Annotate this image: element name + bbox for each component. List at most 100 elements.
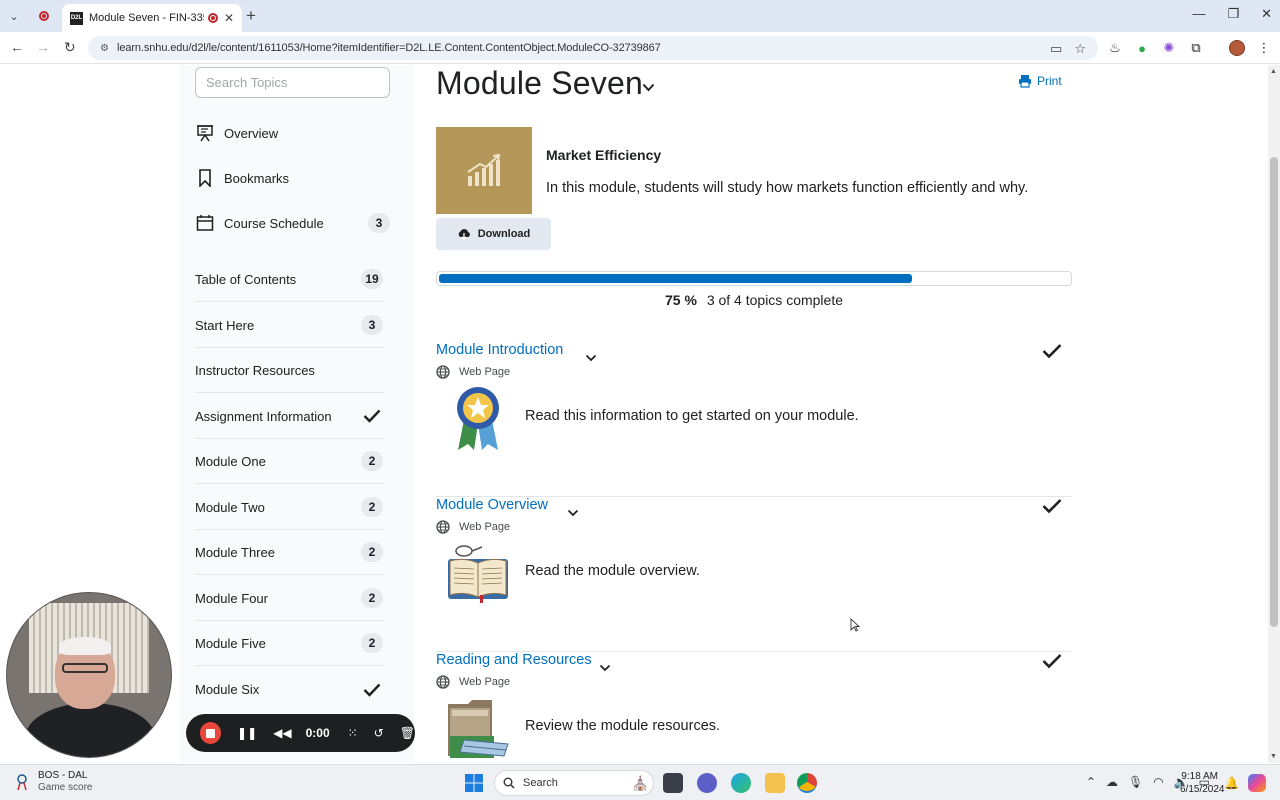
search-topics-input[interactable] [206,75,382,90]
presentation-board-icon [195,123,215,143]
tab-list-chevron-icon[interactable]: ⌄ [4,6,24,26]
clock-time: 9:18 AM [1181,771,1218,782]
extension-flame-icon[interactable]: ♨ [1107,40,1123,56]
taskbar-clock[interactable]: 9:18 AM 6/15/2024 [1180,770,1225,796]
reload-icon[interactable]: ↻ [64,39,76,56]
tab-close-icon[interactable]: ✕ [224,11,234,25]
browser-tab-bar: ⌄ D2L Module Seven - FIN-335-1 ✕ + — ❐ ✕ [0,0,1280,32]
toc-item-label: Module One [195,453,266,469]
progress-fill [439,274,912,283]
widget-title: BOS - DAL [38,770,88,781]
back-icon[interactable]: ← [10,39,24,55]
copilot-icon[interactable] [1248,774,1266,792]
count-badge: 2 [361,588,383,608]
edge-icon[interactable] [731,773,751,793]
taskbar-search-label: Search [523,777,558,789]
topic-type: Web Page [436,675,510,689]
browser-tab-active[interactable]: D2L Module Seven - FIN-335-1 ✕ [62,4,242,32]
print-label: Print [1037,74,1062,88]
topic-description: Read this information to get started on … [525,408,859,424]
calendar-icon [195,213,215,233]
extensions-puzzle-icon[interactable]: ⧉ [1188,40,1204,56]
toc-item-label: Module Five [195,635,266,651]
profile-avatar-icon[interactable] [1229,40,1245,56]
wifi-icon[interactable]: ◠ [1153,775,1163,789]
delete-icon[interactable]: 🗑 [400,726,415,740]
scroll-up-icon[interactable]: ▲ [1270,68,1277,75]
close-window-icon[interactable]: ✕ [1261,6,1272,22]
download-button[interactable]: Download [436,218,551,250]
chevron-down-icon[interactable] [585,354,597,362]
topic-title-link[interactable]: Module Overview [436,497,548,513]
grid-icon[interactable]: ⁙ [348,726,358,740]
chevron-down-icon[interactable] [642,83,655,92]
sidebar-item-label: Course Schedule [224,215,324,231]
toc-item-module-two[interactable]: Module Two 2 [195,485,385,530]
sidebar-item-bookmarks[interactable]: Bookmarks [195,168,390,188]
new-tab-button[interactable]: + [246,6,256,26]
toc-item-module-one[interactable]: Module One 2 [195,439,385,484]
topic-title-link[interactable]: Module Introduction [436,342,563,358]
extension-grammarly-icon[interactable]: ● [1134,40,1150,56]
topic-module-overview: Module Overview Web Page Read the module [436,497,1072,652]
windows-start-icon[interactable] [464,773,484,793]
bookmark-star-icon[interactable]: ☆ [1074,41,1086,57]
toc-item-start-here[interactable]: Start Here 3 [195,303,385,348]
rewind-icon[interactable]: ◀◀ [273,726,291,740]
search-topics-field[interactable] [195,67,390,98]
url-text: learn.snhu.edu/d2l/le/content/1611053/Ho… [116,42,661,54]
open-book-icon [448,545,508,603]
progress-count: 3 of 4 topics complete [706,292,843,308]
task-view-icon[interactable] [663,773,683,793]
microphone-icon[interactable]: 🎙 [1128,775,1143,789]
globe-icon [436,675,450,689]
pause-icon[interactable]: ❚❚ [237,726,257,740]
scroll-thumb[interactable] [1270,157,1278,627]
file-explorer-icon[interactable] [765,773,785,793]
chevron-down-icon[interactable] [567,509,579,517]
toc-item-assignment-information[interactable]: Assignment Information [195,394,385,439]
chrome-icon[interactable] [797,773,817,793]
download-label: Download [477,228,531,240]
toc-item-module-three[interactable]: Module Three 2 [195,530,385,575]
stop-recording-button[interactable] [200,722,222,744]
taskbar-search[interactable]: Search ⛪ [494,770,654,796]
toc-item-instructor-resources[interactable]: Instructor Resources [195,348,385,393]
toc-item-label: Module Three [195,544,275,560]
minimize-icon[interactable]: — [1192,6,1205,22]
scroll-down-icon[interactable]: ▼ [1270,753,1277,760]
notification-bell-icon[interactable]: 🔔 [1224,776,1239,790]
print-button[interactable]: Print [1018,74,1062,88]
toc-item-table-of-contents[interactable]: Table of Contents 19 [195,257,385,302]
restore-icon[interactable]: ❐ [1227,6,1239,22]
module-hero-image [436,127,532,214]
webcam-overlay[interactable] [6,592,172,758]
module-heading: Market Efficiency [546,147,662,163]
search-icon [503,777,515,789]
address-bar[interactable]: ⚙ learn.snhu.edu/d2l/le/content/1611053/… [88,36,1098,60]
toc-item-module-five[interactable]: Module Five 2 [195,621,385,666]
toc-item-label: Assignment Information [195,408,332,424]
toc-item-module-six[interactable]: Module Six [195,667,385,712]
topic-title-link[interactable]: Reading and Resources [436,652,592,668]
tray-chevron-icon[interactable]: ⌃ [1086,775,1096,789]
chevron-down-icon[interactable] [599,664,611,672]
growth-chart-icon [467,153,501,186]
extension-flower-icon[interactable]: ✺ [1161,40,1177,56]
count-badge: 3 [368,213,390,233]
page-scrollbar[interactable]: ▲ ▼ [1268,65,1280,763]
count-badge: 2 [361,542,383,562]
restart-icon[interactable]: ↺ [374,726,384,740]
toc-item-module-four[interactable]: Module Four 2 [195,576,385,621]
onedrive-icon[interactable]: ☁ [1106,775,1118,789]
recording-tab-icon[interactable] [34,6,54,26]
completed-check-icon [363,683,381,697]
teams-icon[interactable] [697,773,717,793]
sidebar-item-course-schedule[interactable]: Course Schedule 3 [195,213,390,233]
browser-menu-icon[interactable]: ⋮ [1256,40,1272,56]
camera-icon[interactable]: ▭ [1050,41,1062,57]
sidebar-item-overview[interactable]: Overview [195,123,390,143]
forward-icon[interactable]: → [36,39,50,55]
site-info-icon[interactable]: ⚙ [100,43,109,54]
weather-widget[interactable]: BOS - DAL Game score [14,770,92,794]
